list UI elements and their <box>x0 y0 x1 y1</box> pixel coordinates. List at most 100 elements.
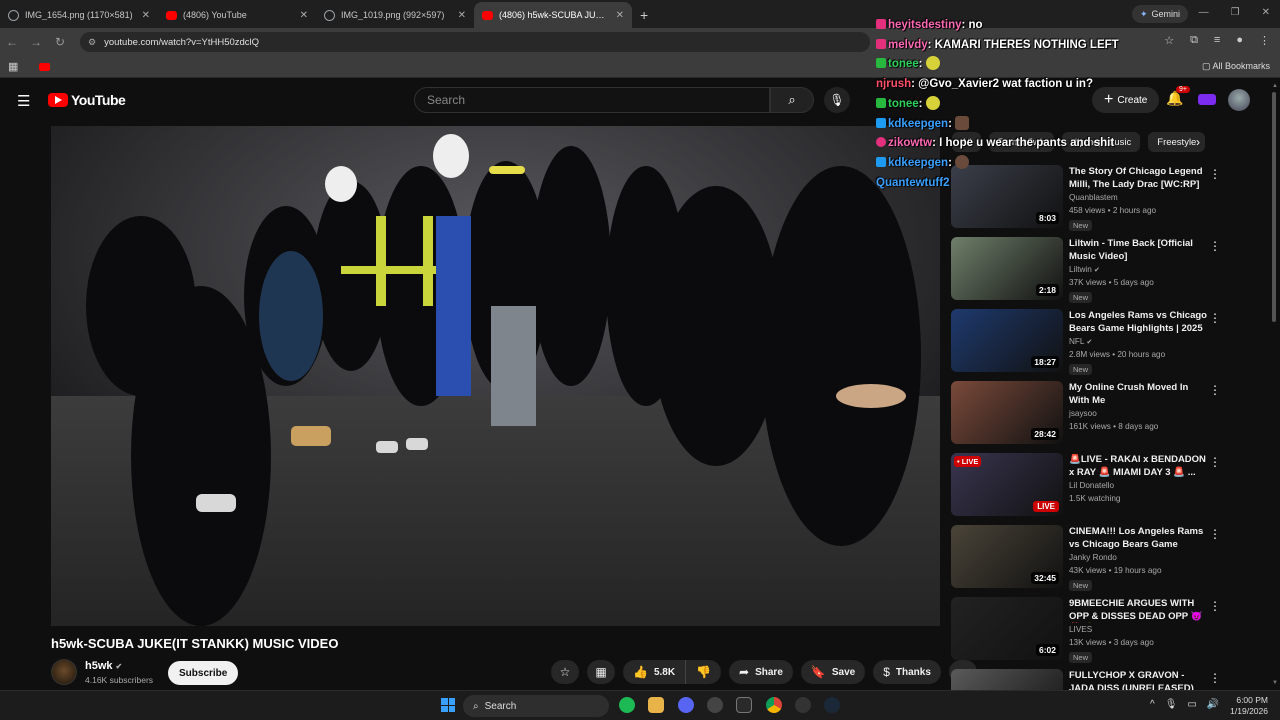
browser-tab[interactable]: (4806) YouTube ✕ <box>158 2 316 28</box>
recommendation-channel[interactable]: Lil Donatello <box>1069 481 1114 490</box>
kebab-menu-icon[interactable]: ⋮ <box>1209 239 1221 253</box>
back-icon[interactable]: ← <box>0 35 24 49</box>
youtube-bookmark-icon[interactable] <box>39 63 50 71</box>
recommendation-title[interactable]: 🚨LIVE - RAKAI x BENDADON x RAY 🚨 MIAMI D… <box>1069 454 1207 479</box>
page-scrollbar[interactable] <box>1271 80 1277 690</box>
recommendation-item[interactable]: 2:18 Liltwin - Time Back [Official Music … <box>951 237 1221 303</box>
windows-start-icon[interactable] <box>441 698 455 712</box>
epic-games-icon[interactable] <box>736 697 752 713</box>
new-tab-button[interactable]: + <box>632 2 656 28</box>
menu-icon[interactable]: ⋮ <box>1259 34 1270 47</box>
voice-search-button[interactable]: 🎙 <box>824 87 850 113</box>
recommendation-channel[interactable]: LIVES <box>1069 625 1092 634</box>
discord-icon[interactable] <box>678 697 694 713</box>
close-icon[interactable]: ✕ <box>458 10 466 21</box>
recommendation-item[interactable]: • LIVE LIVE 🚨LIVE - RAKAI x BENDADON x RAY… <box>951 453 1221 519</box>
spotify-icon[interactable] <box>619 697 635 713</box>
browser-tab[interactable]: IMG_1654.png (1170×581) ✕ <box>0 2 158 28</box>
file-explorer-icon[interactable] <box>648 697 664 713</box>
globe-icon <box>8 9 19 21</box>
recommendation-title[interactable]: Los Angeles Rams vs Chicago Bears Game H… <box>1069 310 1207 335</box>
app2-icon[interactable] <box>795 697 811 713</box>
close-icon[interactable]: ✕ <box>616 10 624 21</box>
save-button[interactable]: 🔖 Save <box>800 660 866 684</box>
chrome-icon[interactable] <box>766 697 782 713</box>
kebab-menu-icon[interactable]: ⋮ <box>1209 167 1221 181</box>
close-icon[interactable]: ✕ <box>300 10 308 21</box>
recommendation-channel[interactable]: Janky Rondo <box>1069 553 1117 562</box>
extension-icon[interactable] <box>1198 94 1216 105</box>
app-icon[interactable] <box>707 697 723 713</box>
extensions-icon[interactable]: ⧉ <box>1190 34 1198 47</box>
video-thumbnail[interactable]: • LIVE LIVE <box>951 453 1063 516</box>
recommendation-title[interactable]: Liltwin - Time Back [Official Music Vide… <box>1069 238 1207 263</box>
recommendation-channel[interactable]: Liltwin ✔ <box>1069 265 1100 274</box>
kebab-menu-icon[interactable]: ⋮ <box>1209 311 1221 325</box>
recommendation-item[interactable]: 28:42 My Online Crush Moved In With Me jsa… <box>951 381 1221 447</box>
close-window-icon[interactable]: ✕ <box>1262 7 1270 18</box>
subscribe-button[interactable]: Subscribe <box>168 661 239 685</box>
scroll-up-icon[interactable]: ▲ <box>1272 83 1278 89</box>
channel-avatar[interactable] <box>51 659 77 685</box>
scroll-down-icon[interactable]: ▼ <box>1272 680 1278 686</box>
kebab-menu-icon[interactable]: ⋮ <box>1209 527 1221 541</box>
apps-icon[interactable]: ▦ <box>8 60 18 73</box>
profile-icon[interactable]: ● <box>1236 34 1243 47</box>
like-button[interactable]: 👍 5.8K <box>623 660 687 684</box>
media-icon[interactable]: ≡ <box>1214 34 1220 47</box>
thanks-button[interactable]: $ Thanks <box>873 660 941 684</box>
grid-button[interactable]: ▦ <box>587 660 615 684</box>
recommendation-item[interactable]: 18:27 Los Angeles Rams vs Chicago Bears G… <box>951 309 1221 375</box>
recommendation-title[interactable]: 9BMEECHIE ARGUES WITH OPP & DISSES DEAD … <box>1069 598 1207 623</box>
recommendation-channel[interactable]: NFL ✔ <box>1069 337 1092 346</box>
notifications-button[interactable]: 🔔 9+ <box>1166 86 1190 107</box>
video-player[interactable] <box>51 126 940 626</box>
forward-icon[interactable]: → <box>24 35 48 49</box>
network-icon[interactable]: ▭ <box>1187 699 1196 710</box>
kebab-menu-icon[interactable]: ⋮ <box>1209 599 1221 613</box>
kebab-menu-icon[interactable]: ⋮ <box>1209 671 1221 685</box>
notifications-badge: 9+ <box>1176 86 1190 93</box>
recommendation-item[interactable]: 6:02 9BMEECHIE ARGUES WITH OPP & DISSES D… <box>951 597 1221 663</box>
share-button[interactable]: ➦ Share <box>729 660 793 684</box>
account-avatar[interactable] <box>1228 89 1250 111</box>
search-button[interactable]: ⌕ <box>770 87 814 113</box>
recommendation-title[interactable]: My Online Crush Moved In With Me <box>1069 382 1207 407</box>
video-thumbnail[interactable]: 2:18 <box>951 237 1063 300</box>
browser-tab-active[interactable]: (4806) h5wk-SCUBA JUKE(IT ST ✕ <box>474 2 632 28</box>
site-info-icon[interactable]: ⚙ <box>88 37 96 48</box>
kebab-menu-icon[interactable]: ⋮ <box>1209 383 1221 397</box>
chat-badge-icon <box>876 97 886 108</box>
hamburger-menu-icon[interactable]: ☰ <box>17 92 30 110</box>
video-thumbnail[interactable]: 6:02 <box>951 597 1063 660</box>
microphone-tray-icon[interactable]: 🎙 <box>1165 699 1178 710</box>
volume-icon[interactable]: 🔊 <box>1207 699 1219 710</box>
channel-name-link[interactable]: h5wk ✔ <box>85 660 122 672</box>
recommendation-item[interactable]: 32:45 CINEMA!!! Los Angeles Rams vs Chica… <box>951 525 1221 591</box>
chevron-up-icon[interactable]: ^ <box>1150 699 1155 710</box>
scrollbar-thumb[interactable] <box>1272 92 1276 322</box>
recommendation-channel[interactable]: Quanblastem <box>1069 193 1118 202</box>
close-icon[interactable]: ✕ <box>142 10 150 21</box>
steam-icon[interactable] <box>824 697 840 713</box>
minimize-icon[interactable]: — <box>1199 7 1209 18</box>
recommendation-channel[interactable]: jsaysoo <box>1069 409 1097 418</box>
taskbar-search[interactable]: ⌕ Search <box>463 695 609 717</box>
search-input[interactable]: Search <box>414 87 770 113</box>
all-bookmarks-button[interactable]: ▢ All Bookmarks <box>1202 61 1270 72</box>
maximize-icon[interactable]: ❐ <box>1231 7 1240 18</box>
star-button[interactable]: ☆ <box>551 660 579 684</box>
video-thumbnail[interactable]: 32:45 <box>951 525 1063 588</box>
video-thumbnail[interactable]: 28:42 <box>951 381 1063 444</box>
recommendation-title[interactable]: CINEMA!!! Los Angeles Rams vs Chicago Be… <box>1069 526 1207 551</box>
youtube-logo[interactable]: YouTube <box>48 92 126 108</box>
reload-icon[interactable]: ↻ <box>48 35 72 49</box>
browser-tab[interactable]: IMG_1019.png (992×597) ✕ <box>316 2 474 28</box>
bookmark-star-icon[interactable]: ☆ <box>1164 34 1174 47</box>
chevron-right-icon[interactable]: › <box>1196 135 1200 149</box>
address-bar[interactable]: ⚙ youtube.com/watch?v=YtHH50zdclQ <box>80 32 870 52</box>
dislike-button[interactable]: 👎 <box>686 660 722 684</box>
video-thumbnail[interactable]: 18:27 <box>951 309 1063 372</box>
clock[interactable]: 6:00 PM 1/19/2026 <box>1230 695 1268 717</box>
kebab-menu-icon[interactable]: ⋮ <box>1209 455 1221 469</box>
